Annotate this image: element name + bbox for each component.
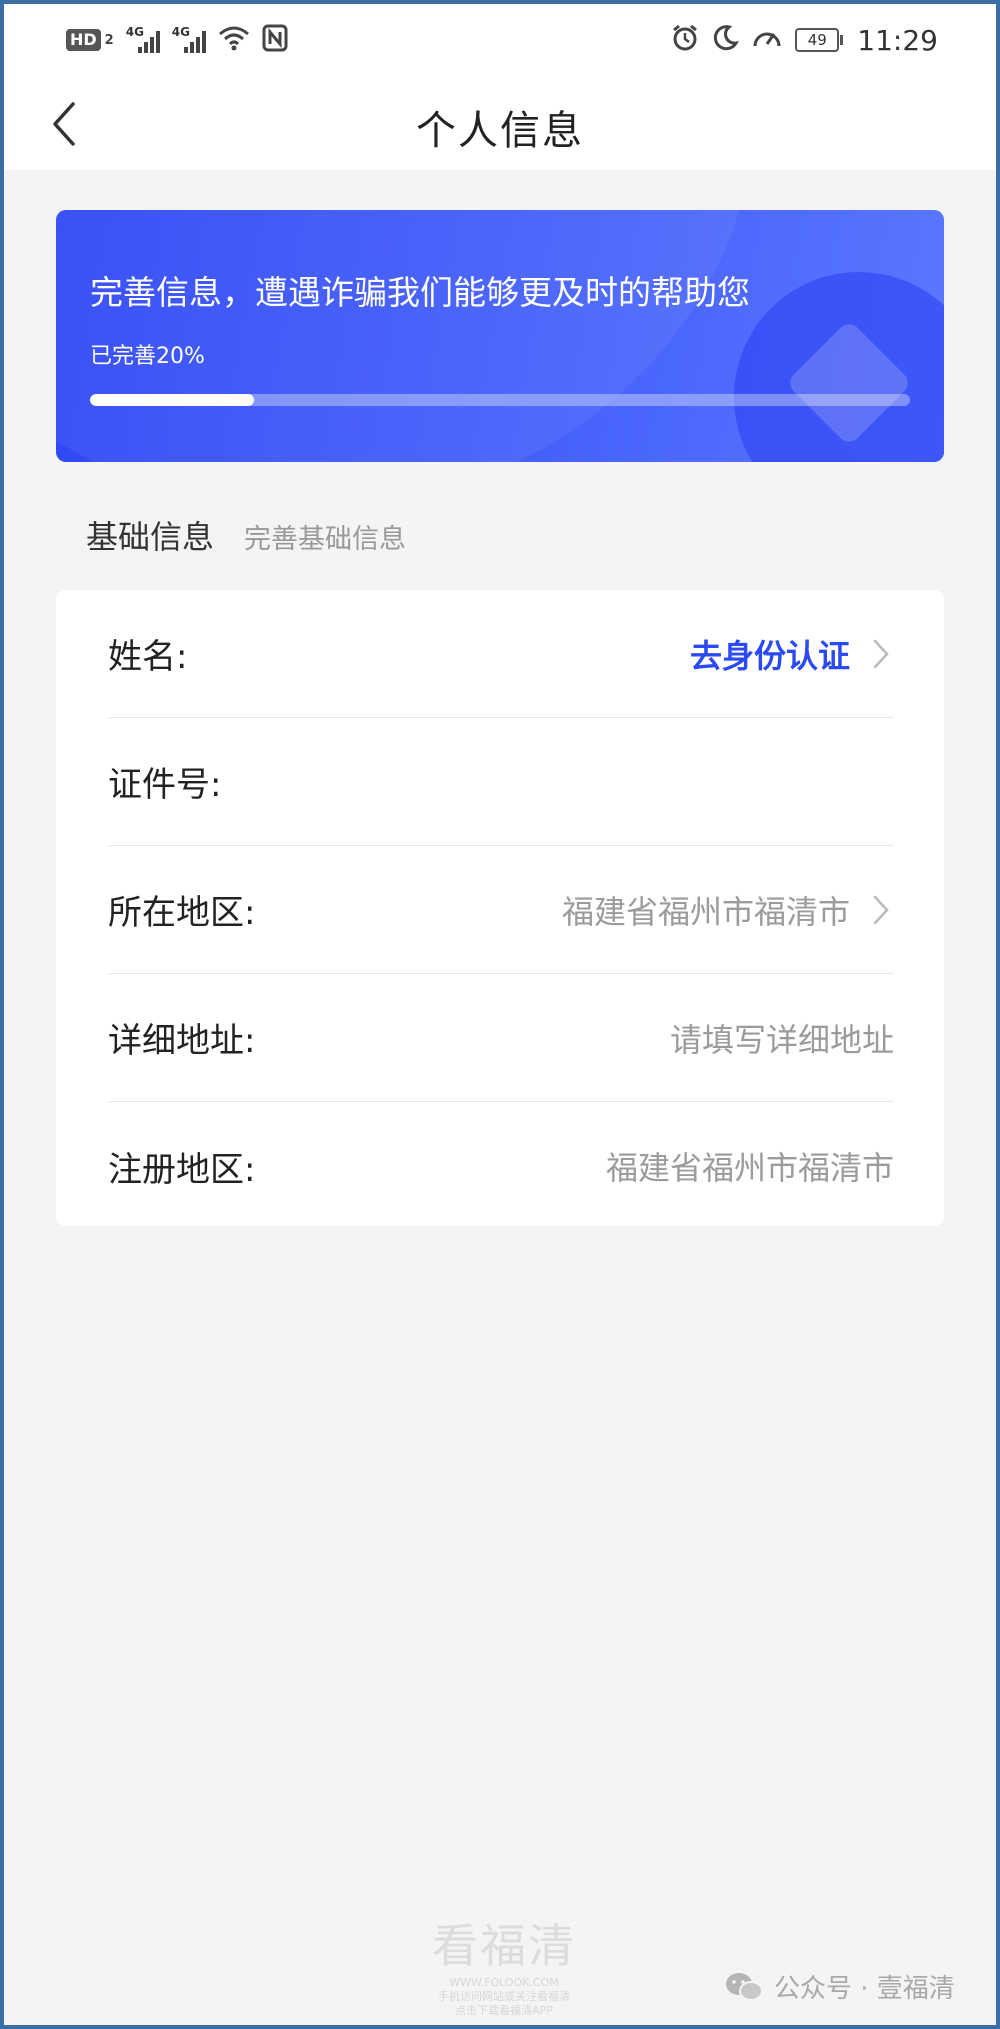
watermark-account-text: 公众号 · 壹福清 [774,1974,955,2004]
banner-decoration [56,210,756,462]
row-label: 所在地区: [108,893,256,933]
status-left-icons: HD 2 4G 4G [66,24,288,56]
row-value: 福建省福州市福清市 [561,892,850,931]
banner-title: 完善信息，遭遇诈骗我们能够更及时的帮助您 [90,273,750,312]
battery-icon: 49 [795,28,844,52]
moon-icon [711,24,740,56]
page-title: 个人信息 [416,108,584,154]
progress-text: 已完善20% [90,344,205,369]
wechat-icon [726,1972,763,2001]
info-card: 姓名: 去身份认证 证件号: 所在地区: 福建省福州市福清市 详细地址: 请填写… [56,590,944,1226]
wifi-icon [218,25,250,55]
watermark-line2: 点击下载看福清APP [455,2004,553,2017]
region-selector[interactable]: 福建省福州市福清市 [562,887,894,933]
completion-banner: 完善信息，遭遇诈骗我们能够更及时的帮助您 已完善20% [56,210,944,462]
section-header: 基础信息 完善基础信息 [86,512,406,558]
row-address[interactable]: 详细地址: 请填写详细地址 [108,974,894,1102]
status-bar: HD 2 4G 4G 49 11:29 [4,4,996,76]
row-label: 详细地址: [108,1021,256,1061]
identity-verify-link[interactable]: 去身份认证 [690,631,894,677]
watermark-logo: 看福清 WWW.FQLOOK.COM 手机访问网站或关注看福清 点击下载看福清A… [424,1910,584,2018]
progress-bar [90,394,910,406]
status-right-icons: 49 11:29 [671,24,938,57]
row-register-region: 注册地区: 福建省福州市福清市 [108,1102,894,1230]
address-input[interactable]: 请填写详细地址 [670,1015,894,1061]
watermark-url: WWW.FQLOOK.COM [449,1976,559,1989]
row-value: 去身份认证 [689,636,850,675]
nfc-icon [262,24,288,56]
signal-4g-icon: 4G [126,25,160,53]
speedometer-icon [751,24,783,56]
row-id-number[interactable]: 证件号: [108,718,894,846]
watermark-line1: 手机访问网站或关注看福清 [438,1990,570,2003]
watermark-account: 公众号 · 壹福清 [724,1968,955,2005]
row-region[interactable]: 所在地区: 福建省福州市福清市 [108,846,894,974]
watermark-title: 看福清 [432,1919,576,1973]
alarm-icon [671,24,699,56]
row-label: 姓名: [108,637,188,677]
row-value: 福建省福州市福清市 [605,1149,894,1187]
nav-bar: 个人信息 [4,76,996,170]
row-label: 注册地区: [108,1149,256,1190]
section-subtitle: 完善基础信息 [244,524,407,555]
section-title: 基础信息 [86,518,215,556]
status-time: 11:29 [857,23,938,57]
chevron-right-icon [872,892,894,928]
sim2-label: 2 [104,32,114,48]
hd-icon: HD [66,29,101,51]
progress-fill [90,394,254,406]
chevron-right-icon [872,636,894,672]
row-name[interactable]: 姓名: 去身份认证 [108,590,894,718]
row-label: 证件号: [108,765,222,805]
signal-4g-icon: 4G [172,25,206,53]
